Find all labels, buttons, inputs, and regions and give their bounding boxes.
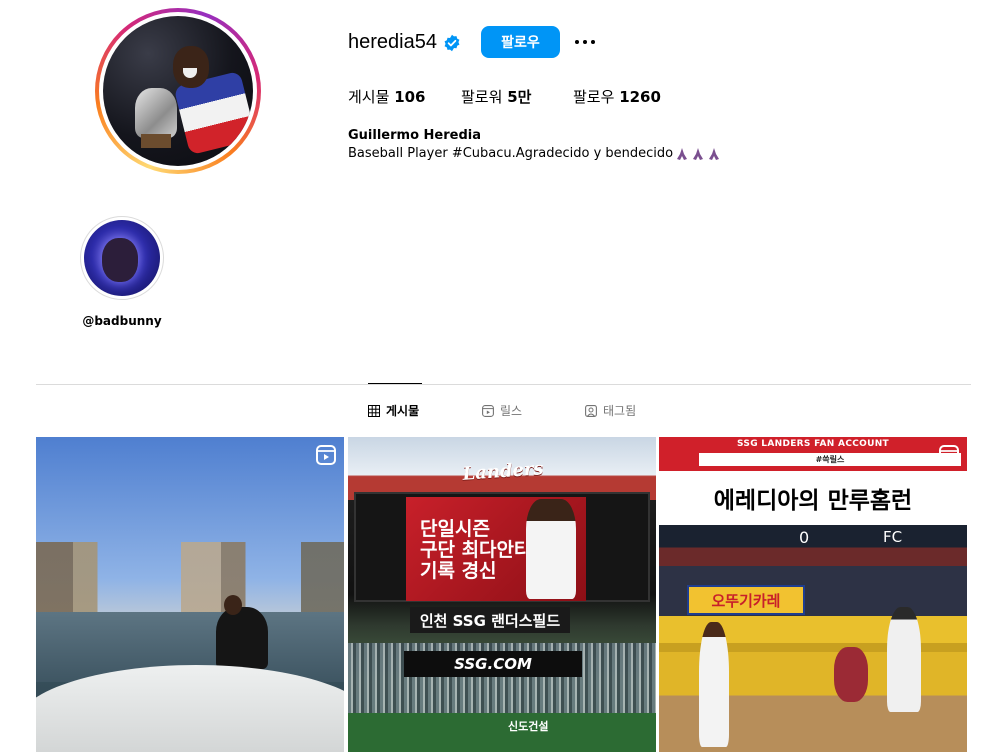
stat-posts-label: 게시물 [348, 88, 390, 106]
praying-hands-icon [675, 147, 689, 161]
post-3-batter [887, 607, 921, 712]
post-3-sponsor-board: 오뚜기카레 [687, 585, 805, 615]
post-1-person [216, 607, 268, 669]
post-3-score: 0 [799, 528, 810, 547]
bio-text: Baseball Player #Cubacu.Agradecido y ben… [348, 146, 674, 161]
post-1-boat [36, 665, 344, 752]
post-2-headline: 단일시즌 구단 최다안타 기록 경신 [420, 519, 532, 582]
post-2-player [526, 499, 576, 599]
post-2-ssg-ad: SSG.COM [404, 651, 582, 677]
post-tile-3[interactable]: SSG LANDERS FAN ACCOUNT #쓱릴스 에레디아의 만루홈런 … [659, 437, 967, 752]
post-2-headline-3: 기록 경신 [420, 560, 497, 582]
stat-followers-value: 5만 [507, 88, 532, 106]
tab-tagged[interactable]: 태그됨 [585, 402, 636, 419]
avatar-image [103, 16, 253, 166]
stat-posts-value: 106 [394, 88, 426, 106]
grid-icon [368, 404, 380, 417]
post-3-team: FC [883, 528, 903, 546]
post-2-field-ad: 신도건설 [508, 720, 549, 733]
post-tile-1[interactable] [36, 437, 344, 752]
highlight-face [102, 238, 138, 282]
post-3-hashtag: #쓱릴스 [699, 453, 961, 466]
post-2-landers-logo: Landers [461, 458, 545, 485]
stat-following[interactable]: 팔로우 1260 [573, 86, 661, 107]
profile-bio: Baseball Player #Cubacu.Agradecido y ben… [348, 146, 721, 161]
post-2-stadium-sign: 인천 SSG 랜더스필드 [410, 607, 570, 633]
post-1-buildings [36, 542, 344, 612]
stat-posts: 게시물 106 [348, 86, 426, 107]
post-3-banner-text: SSG LANDERS FAN ACCOUNT [737, 439, 889, 449]
profile-username: heredia54 [348, 31, 437, 53]
stat-following-label: 팔로우 [573, 88, 615, 106]
post-tile-2[interactable]: Landers 단일시즌 구단 최다안타 기록 경신 인천 SSG 랜더스필드 … [348, 437, 656, 752]
reel-indicator-icon [316, 445, 336, 465]
verified-badge-icon [444, 34, 460, 52]
post-3-catcher [834, 647, 868, 702]
stat-following-value: 1260 [619, 88, 661, 106]
profile-avatar[interactable] [95, 8, 261, 174]
post-1-head [224, 595, 242, 615]
avatar-head [173, 46, 209, 88]
avatar-gap [99, 12, 257, 170]
more-options-icon[interactable] [572, 30, 598, 54]
highlight-label: @badbunny [82, 314, 162, 328]
avatar-trophy [135, 88, 177, 138]
praying-hands-icon [707, 147, 721, 161]
post-2-headline-2: 구단 최다안타 [420, 539, 532, 561]
post-2-field [348, 713, 656, 752]
tab-reels[interactable]: 릴스 [482, 402, 522, 419]
profile-full-name: Guillermo Heredia [348, 128, 481, 143]
follow-button[interactable]: 팔로우 [481, 26, 560, 58]
stat-followers-label: 팔로워 [461, 88, 503, 106]
post-3-pitcher [699, 622, 729, 747]
reel-indicator-icon [939, 445, 959, 465]
highlight-image [84, 220, 160, 296]
tabs-divider [36, 384, 971, 385]
tagged-icon [585, 404, 597, 417]
highlight-badbunny[interactable] [80, 216, 164, 300]
tab-reels-label: 릴스 [500, 404, 523, 418]
tab-posts-label: 게시물 [386, 404, 420, 418]
tab-posts[interactable]: 게시물 [368, 402, 419, 419]
avatar-trophy-base [141, 134, 171, 148]
post-2-headline-1: 단일시즌 [420, 518, 490, 540]
post-3-title: 에레디아의 만루홈런 [713, 488, 913, 514]
praying-hands-icon [691, 147, 705, 161]
active-tab-indicator [368, 383, 422, 384]
reels-icon [482, 404, 494, 417]
tab-tagged-label: 태그됨 [603, 404, 637, 418]
stat-followers[interactable]: 팔로워 5만 [461, 86, 531, 107]
